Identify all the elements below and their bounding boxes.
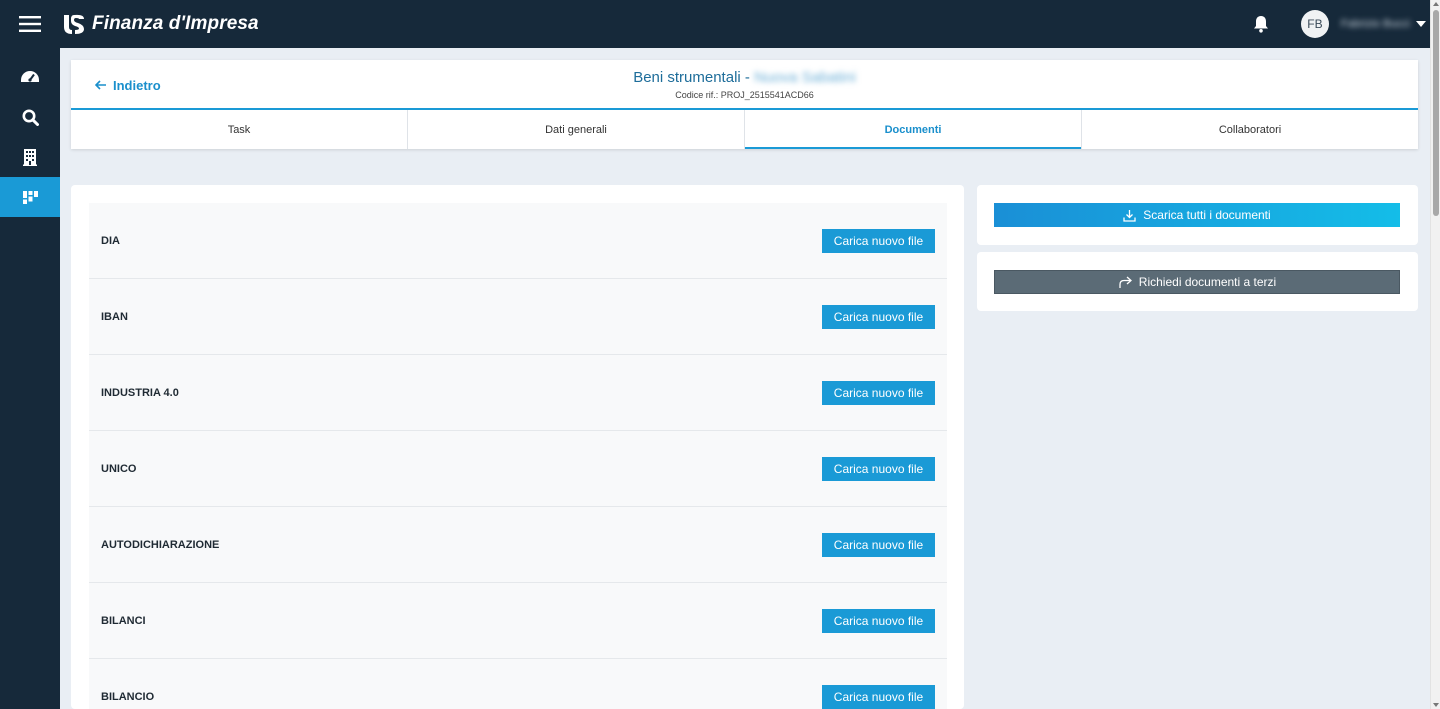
request-card: Richiedi documenti a terzi (977, 252, 1418, 311)
document-row-unico: UNICO Carica nuovo file (89, 431, 947, 507)
page-title: Beni strumentali - Nuova Sabatini (71, 69, 1418, 86)
scroll-down-arrow-icon[interactable] (1433, 703, 1439, 707)
avatar[interactable]: FB (1300, 10, 1329, 38)
sidebar-item-dashboard[interactable] (0, 57, 60, 97)
request-documents-button[interactable]: Richiedi documenti a terzi (994, 270, 1400, 294)
user-name[interactable]: Fabrizio Bucci (1341, 18, 1410, 30)
tab-documenti[interactable]: Documenti (745, 110, 1082, 149)
document-name: INDUSTRIA 4.0 (101, 386, 179, 399)
sidebar-item-search[interactable] (0, 97, 60, 137)
upload-file-button[interactable]: Carica nuovo file (822, 608, 935, 633)
download-card: Scarica tutti i documenti (977, 185, 1418, 245)
dashboard-gauge-icon (21, 71, 39, 82)
document-name: AUTODICHIARAZIONE (101, 538, 220, 551)
document-name: UNICO (101, 462, 137, 475)
sidebar-item-projects[interactable] (0, 177, 60, 217)
document-name: IBAN (101, 310, 128, 323)
document-row-bilancio: BILANCIO Carica nuovo file (89, 659, 947, 709)
scroll-thumb[interactable] (1433, 10, 1439, 216)
chevron-down-icon[interactable] (1416, 21, 1426, 27)
search-icon (22, 109, 39, 126)
brand-logo-icon (64, 14, 84, 35)
scroll-up-arrow-icon[interactable] (1433, 2, 1439, 6)
document-row-iban: IBAN Carica nuovo file (89, 279, 947, 355)
upload-file-button[interactable]: Carica nuovo file (822, 304, 935, 329)
page-scrollbar[interactable] (1430, 0, 1440, 709)
notification-bell-icon[interactable] (1249, 12, 1273, 36)
download-all-button[interactable]: Scarica tutti i documenti (994, 203, 1400, 227)
tab-bar: Task Dati generali Documenti Collaborato… (71, 110, 1418, 149)
tab-task[interactable]: Task (71, 110, 408, 149)
document-row-autodichiarazione: AUTODICHIARAZIONE Carica nuovo file (89, 507, 947, 583)
page-title-prefix: Beni strumentali - (633, 69, 755, 86)
page-title-project-name: Nuova Sabatini (754, 69, 856, 86)
project-header: Indietro Beni strumentali - Nuova Sabati… (71, 60, 1418, 149)
download-icon (1123, 209, 1136, 222)
sidebar-item-companies[interactable] (0, 137, 60, 177)
upload-file-button[interactable]: Carica nuovo file (822, 532, 935, 557)
upload-file-button[interactable]: Carica nuovo file (822, 228, 935, 253)
document-name: BILANCI (101, 614, 146, 627)
download-all-label: Scarica tutti i documenti (1143, 208, 1271, 222)
request-documents-label: Richiedi documenti a terzi (1138, 275, 1277, 289)
sidebar (0, 48, 60, 709)
top-bar: Finanza d'Impresa FB Fabrizio Bucci (0, 0, 1430, 48)
menu-icon[interactable] (0, 0, 60, 48)
building-icon (23, 148, 37, 166)
document-name: DIA (101, 234, 120, 247)
tab-dati-generali[interactable]: Dati generali (408, 110, 745, 149)
tab-collaboratori[interactable]: Collaboratori (1082, 110, 1418, 149)
app-title: Finanza d'Impresa (92, 13, 259, 34)
document-row-industria: INDUSTRIA 4.0 Carica nuovo file (89, 355, 947, 431)
document-row-dia: DIA Carica nuovo file (89, 203, 947, 279)
reference-code: Codice rif.: PROJ_2515541ACD66 (675, 90, 814, 100)
documents-panel: DIA Carica nuovo file IBAN Carica nuovo … (71, 185, 964, 709)
share-arrow-icon (1119, 276, 1132, 288)
document-row-bilanci: BILANCI Carica nuovo file (89, 583, 947, 659)
brand[interactable]: Finanza d'Impresa (62, 13, 259, 35)
upload-file-button[interactable]: Carica nuovo file (822, 456, 935, 481)
upload-file-button[interactable]: Carica nuovo file (822, 380, 935, 405)
document-list: DIA Carica nuovo file IBAN Carica nuovo … (89, 203, 947, 709)
upload-file-button[interactable]: Carica nuovo file (822, 684, 935, 709)
document-name: BILANCIO (101, 690, 155, 703)
projects-grid-icon (22, 190, 38, 204)
